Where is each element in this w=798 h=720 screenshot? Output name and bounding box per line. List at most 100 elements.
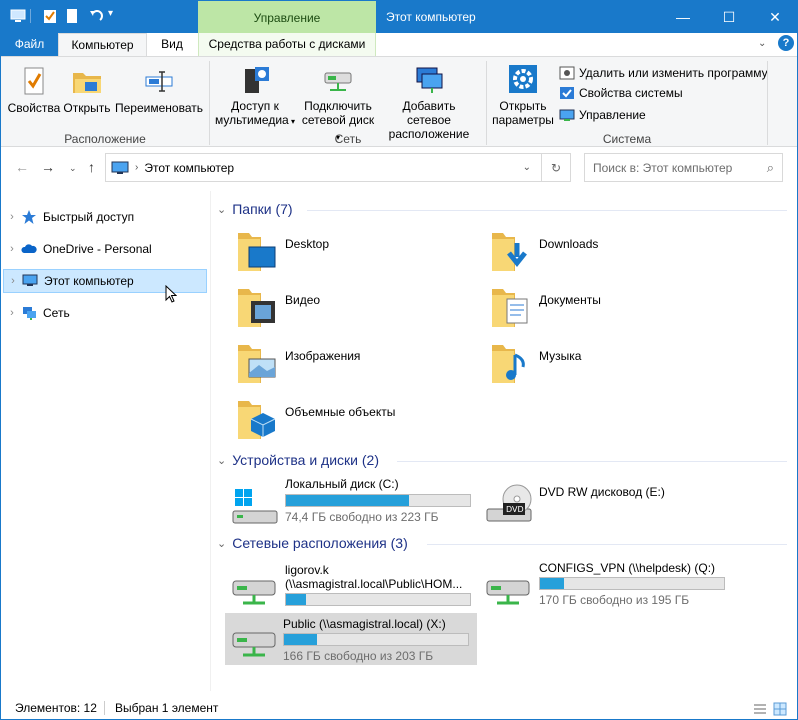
group-folders-label: Папки (7) [232, 201, 293, 217]
tab-drive-tools[interactable]: Средства работы с дисками [198, 33, 376, 56]
rename-label: Переименовать [115, 101, 203, 115]
expand-chevron-icon[interactable]: › [3, 243, 21, 255]
expand-chevron-icon[interactable]: › [4, 275, 22, 287]
address-bar[interactable]: › Этот компьютер ⌄ [105, 153, 542, 182]
drive-free-space: 166 ГБ свободно из 203 ГБ [283, 649, 434, 663]
drive-usage-fill [286, 594, 307, 605]
folder-item[interactable]: Объемные объекты [237, 397, 396, 439]
properties-button[interactable]: Свойства [5, 65, 63, 115]
tab-computer[interactable]: Компьютер [58, 33, 147, 56]
back-arrow-icon[interactable]: ← [15, 159, 29, 175]
group-network-label: Сетевые расположения (3) [232, 535, 408, 551]
map-line1: Подключить [304, 99, 372, 113]
network-drive-icon [485, 573, 533, 612]
navigation-pane: › Быстрый доступ › OneDrive - Personal ›… [1, 191, 211, 691]
expand-chevron-icon[interactable]: › [3, 307, 21, 319]
tab-view[interactable]: Вид [147, 33, 197, 56]
group-devices-label: Устройства и диски (2) [232, 452, 379, 468]
new-page-icon[interactable] [64, 8, 80, 24]
system-properties-icon [559, 85, 575, 101]
rename-icon [143, 65, 175, 97]
status-selected: Выбран 1 элемент [115, 701, 219, 715]
folder-item[interactable]: Desktop [237, 229, 329, 271]
manage-button[interactable]: Управление [559, 105, 646, 125]
ribbon-separator [767, 61, 768, 145]
group-header-devices[interactable]: ⌄ Устройства и диски (2) [217, 452, 787, 468]
undo-icon[interactable] [88, 8, 104, 24]
tab-file[interactable]: Файл [1, 33, 58, 56]
expand-chevron-icon[interactable]: › [3, 211, 21, 223]
drive-label-line1: ligorov.k [285, 563, 329, 577]
tiles-view-icon[interactable] [773, 701, 787, 719]
search-placeholder: Поиск в: Этот компьютер [593, 160, 733, 175]
network-icon [21, 305, 37, 321]
group-divider [397, 461, 787, 462]
group-header-folders[interactable]: ⌄ Папки (7) [217, 201, 787, 217]
open-settings-button[interactable]: Открыть параметры [491, 63, 555, 127]
system-properties-button[interactable]: Свойства системы [559, 83, 683, 103]
maximize-button[interactable]: ☐ [706, 1, 752, 33]
refresh-button[interactable]: ↻ [541, 153, 571, 182]
help-icon[interactable]: ? [778, 35, 794, 51]
network-drive-icon [322, 63, 354, 95]
folder-item[interactable]: Видео [237, 285, 320, 327]
music-folder-icon [491, 341, 531, 383]
uninstall-icon [559, 65, 575, 81]
folder-label: Изображения [285, 349, 361, 363]
collapse-chevron-icon[interactable]: ⌄ [217, 454, 226, 467]
folder-item[interactable]: Музыка [491, 341, 581, 383]
window-title: Этот компьютер [386, 10, 476, 24]
recent-chevron-icon[interactable]: ⌄ [69, 163, 77, 174]
downloads-folder-icon [491, 229, 531, 271]
rename-button[interactable]: Переименовать [113, 65, 205, 115]
media-access-button[interactable]: Доступ к мультимедиа ▾ [213, 63, 297, 129]
computer-icon[interactable] [10, 8, 26, 24]
add-network-location-button[interactable]: Добавить сетевое расположение [379, 63, 479, 141]
collapse-chevron-icon[interactable]: ⌄ [217, 537, 226, 550]
address-dropdown-icon[interactable]: ⌄ [523, 162, 531, 173]
documents-folder-icon [491, 285, 531, 327]
folder-item[interactable]: Документы [491, 285, 601, 327]
minimize-button[interactable]: — [660, 1, 706, 33]
context-tab-manage[interactable]: Управление [198, 1, 376, 33]
customize-qa-icon[interactable]: ▾ [108, 8, 124, 24]
manage-icon [559, 107, 575, 123]
nav-label: Этот компьютер [44, 274, 134, 288]
drive-free-space: 74,4 ГБ свободно из 223 ГБ [285, 510, 439, 524]
network-drive-home[interactable]: ligorov.k (\\asmagistral.local\Public\HO… [227, 561, 477, 611]
drive-usage-fill [286, 495, 410, 506]
drive-c[interactable]: Локальный диск (C:) 74,4 ГБ свободно из … [227, 477, 477, 529]
folder-item[interactable]: Изображения [237, 341, 361, 383]
network-drive-x[interactable]: Public (\\asmagistral.local) (X:) 166 ГБ… [225, 613, 477, 665]
breadcrumb-chevron-icon[interactable]: › [135, 162, 138, 173]
folder-label: Объемные объекты [285, 405, 396, 419]
nav-label: Быстрый доступ [43, 210, 135, 224]
media-server-icon [239, 63, 271, 95]
collapse-chevron-icon[interactable]: ⌄ [217, 203, 226, 216]
properties-qa-icon[interactable] [42, 8, 58, 24]
details-view-icon[interactable] [753, 701, 767, 719]
search-input[interactable]: Поиск в: Этот компьютер ⌕ [584, 153, 783, 182]
collapse-ribbon-icon[interactable]: ⌄ [758, 38, 766, 49]
group-header-network[interactable]: ⌄ Сетевые расположения (3) [217, 535, 787, 551]
drive-usage-bar [285, 593, 471, 606]
drive-usage-bar [285, 494, 471, 507]
drive-usage-fill [284, 634, 318, 645]
settings-line2: параметры [492, 113, 554, 127]
open-button[interactable]: Открыть [61, 65, 113, 115]
up-arrow-icon[interactable]: ↑ [88, 159, 95, 175]
nav-item-onedrive[interactable]: › OneDrive - Personal [3, 237, 207, 261]
status-item-count: Элементов: 12 [15, 701, 97, 715]
address-path[interactable]: Этот компьютер [144, 161, 234, 175]
mouse-cursor-icon [165, 284, 178, 306]
forward-arrow-icon[interactable]: → [41, 159, 55, 175]
drive-e-dvd[interactable]: DVD DVD RW дисковод (E:) [481, 477, 731, 529]
uninstall-program-button[interactable]: Удалить или изменить программу [559, 63, 768, 83]
nav-item-quick-access[interactable]: › Быстрый доступ [3, 205, 207, 229]
folder-item[interactable]: Downloads [491, 229, 598, 271]
qa-separator [30, 9, 31, 23]
media-line2: мультимедиа [215, 113, 289, 127]
cloud-icon [21, 241, 37, 257]
network-drive-q[interactable]: CONFIGS_VPN (\\helpdesk) (Q:) 170 ГБ сво… [481, 561, 731, 613]
close-button[interactable]: ✕ [752, 1, 797, 33]
